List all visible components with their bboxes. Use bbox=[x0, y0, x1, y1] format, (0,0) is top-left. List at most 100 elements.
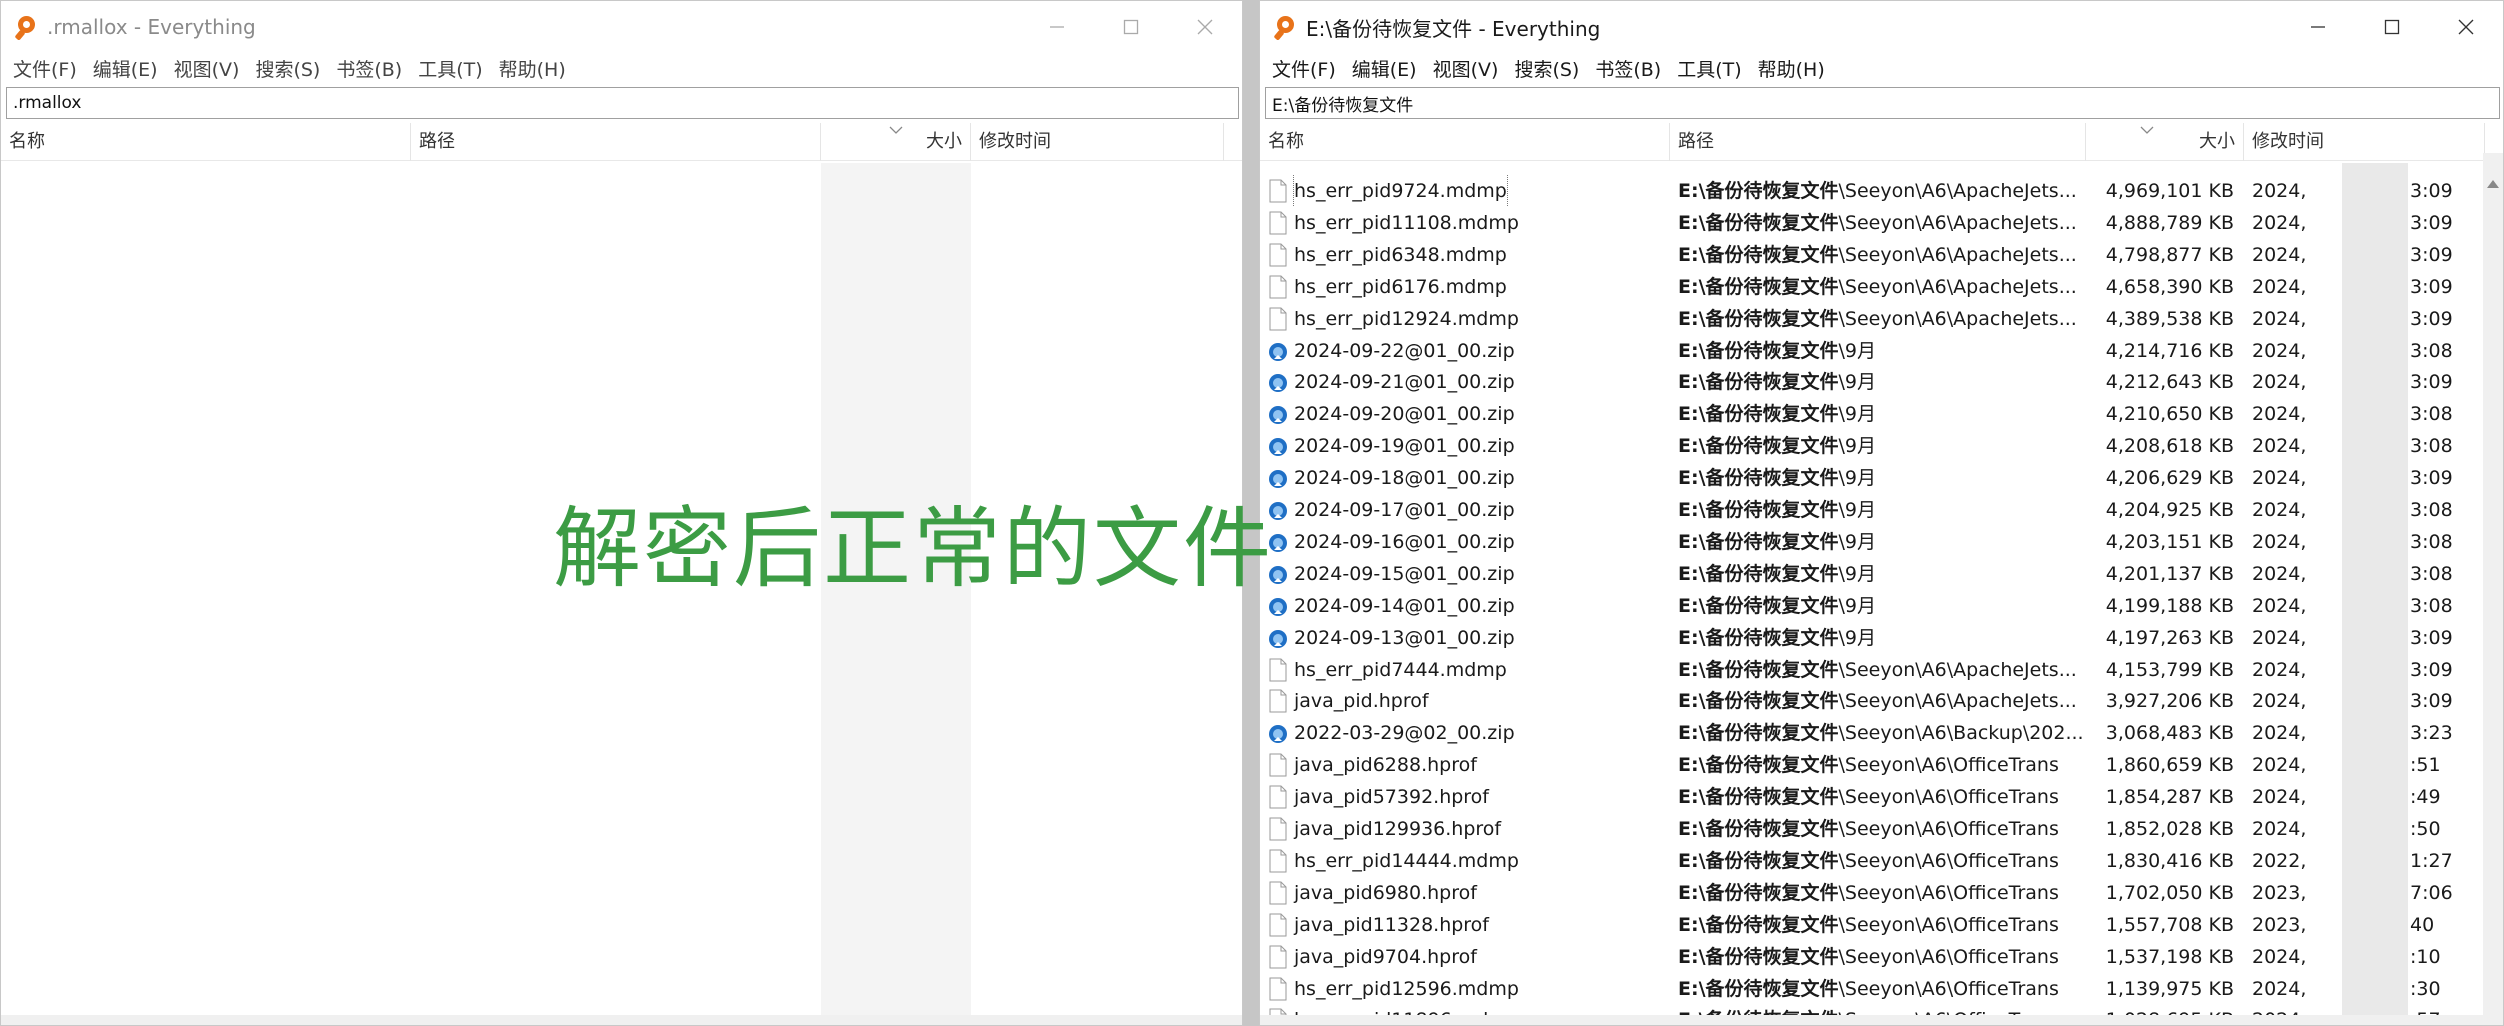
menu-search[interactable]: 搜索(S) bbox=[1506, 55, 1587, 82]
file-name-cell: java_pid57392.hprof bbox=[1260, 781, 1660, 813]
date-modified-year: 2024, bbox=[2252, 786, 2307, 809]
table-row[interactable]: hs_err_pid6348.mdmp E:\备份待恢复文件\Seeyon\A6\… bbox=[1260, 239, 2503, 271]
table-row[interactable]: hs_err_pid14444.mdmp E:\备份待恢复文件\Seeyon\A6… bbox=[1260, 845, 2503, 877]
file-name: 2024-09-19@01_00.zip bbox=[1294, 435, 1515, 458]
table-row[interactable]: java_pid.hprof E:\备份待恢复文件\Seeyon\A6\Apach… bbox=[1260, 685, 2503, 717]
table-row[interactable]: java_pid9704.hprof E:\备份待恢复文件\Seeyon\A6\O… bbox=[1260, 941, 2503, 973]
file-name-cell: 2024-09-13@01_00.zip bbox=[1260, 622, 1660, 654]
column-header-size[interactable]: 大小 bbox=[2086, 123, 2244, 161]
title-bar[interactable]: E:\备份待恢复文件 - Everything bbox=[1260, 1, 2503, 53]
file-size: 1,830,416 KB bbox=[2105, 849, 2234, 872]
column-header-path[interactable]: 路径 bbox=[1670, 123, 2086, 161]
file-path-cell: E:\备份待恢复文件\Seeyon\A6\ApacheJets... bbox=[1678, 654, 2082, 686]
menu-edit[interactable]: 编辑(E) bbox=[1344, 55, 1425, 82]
table-row[interactable]: hs_err_pid12596.mdmp E:\备份待恢复文件\Seeyon\A6… bbox=[1260, 973, 2503, 1005]
table-row[interactable]: java_pid6980.hprof E:\备份待恢复文件\Seeyon\A6\O… bbox=[1260, 877, 2503, 909]
date-modified-year: 2024, bbox=[2252, 945, 2307, 968]
date-modified-time: :10 bbox=[2410, 945, 2441, 968]
table-row[interactable]: hs_err_pid11108.mdmp E:\备份待恢复文件\Seeyon\A6… bbox=[1260, 207, 2503, 239]
file-path-cell: E:\备份待恢复文件\Seeyon\A6\ApacheJets... bbox=[1678, 207, 2082, 239]
date-modified-time: 3:09 bbox=[2410, 180, 2453, 202]
path-match: E:\备份待恢复文件 bbox=[1678, 594, 1839, 617]
table-row[interactable]: 2024-09-15@01_00.zip E:\备份待恢复文件\9月 4,201,1… bbox=[1260, 558, 2503, 590]
file-path-cell: E:\备份待恢复文件\Seeyon\A6\ApacheJets... bbox=[1678, 271, 2082, 303]
table-row[interactable]: 2024-09-13@01_00.zip E:\备份待恢复文件\9月 4,197,2… bbox=[1260, 622, 2503, 654]
minimize-button[interactable] bbox=[2281, 1, 2355, 53]
table-row[interactable]: 2024-09-20@01_00.zip E:\备份待恢复文件\9月 4,210,6… bbox=[1260, 398, 2503, 430]
menu-search[interactable]: 搜索(S) bbox=[247, 55, 328, 82]
date-modified-time: 3:09 bbox=[2410, 211, 2453, 234]
minimize-button[interactable] bbox=[1020, 1, 1094, 53]
date-modified-year: 2024, bbox=[2252, 435, 2307, 458]
column-header-name[interactable]: 名称 bbox=[1, 123, 411, 161]
table-row[interactable]: java_pid11328.hprof E:\备份待恢复文件\Seeyon\A6\… bbox=[1260, 909, 2503, 941]
file-size: 4,201,137 KB bbox=[2105, 562, 2234, 585]
file-name-cell: 2024-09-15@01_00.zip bbox=[1260, 558, 1660, 590]
menu-view[interactable]: 视图(V) bbox=[1425, 55, 1507, 82]
maximize-button[interactable] bbox=[2355, 1, 2429, 53]
menu-tools[interactable]: 工具(T) bbox=[1669, 55, 1749, 82]
table-row[interactable]: java_pid57392.hprof E:\备份待恢复文件\Seeyon\A6\… bbox=[1260, 781, 2503, 813]
file-path-cell: E:\备份待恢复文件\9月 bbox=[1678, 462, 2082, 494]
file-size: 4,389,538 KB bbox=[2105, 307, 2234, 330]
path-rest: \Seeyon\A6\OfficeTrans bbox=[1838, 977, 2059, 1000]
file-size: 1,860,659 KB bbox=[2105, 754, 2234, 777]
menu-bookmarks[interactable]: 书签(B) bbox=[328, 55, 410, 82]
date-modified-time: 7:06 bbox=[2410, 881, 2453, 904]
menu-help[interactable]: 帮助(H) bbox=[1750, 55, 1833, 82]
file-size: 4,212,643 KB bbox=[2105, 371, 2234, 394]
file-size: 4,210,650 KB bbox=[2105, 403, 2234, 426]
date-modified-year: 2024, bbox=[2252, 275, 2307, 298]
file-name: hs_err_pid6348.mdmp bbox=[1294, 243, 1507, 266]
column-header-name[interactable]: 名称 bbox=[1260, 123, 1670, 161]
file-name-cell: 2024-09-16@01_00.zip bbox=[1260, 526, 1660, 558]
file-path-cell: E:\备份待恢复文件\Seeyon\A6\OfficeTrans bbox=[1678, 781, 2082, 813]
menu-file[interactable]: 文件(F) bbox=[1264, 55, 1344, 82]
menu-bookmarks[interactable]: 书签(B) bbox=[1587, 55, 1669, 82]
menu-help[interactable]: 帮助(H) bbox=[491, 55, 574, 82]
path-rest: \Seeyon\A6\OfficeTrans bbox=[1838, 786, 2059, 809]
everything-app-icon bbox=[1273, 14, 1300, 41]
menu-file[interactable]: 文件(F) bbox=[5, 55, 85, 82]
close-button[interactable] bbox=[2429, 1, 2503, 53]
path-rest: \9月 bbox=[1838, 499, 1877, 521]
maximize-button[interactable] bbox=[1094, 1, 1168, 53]
table-row[interactable]: 2024-09-19@01_00.zip E:\备份待恢复文件\9月 4,208,6… bbox=[1260, 430, 2503, 462]
search-input[interactable] bbox=[6, 87, 1239, 119]
table-row[interactable]: 2024-09-22@01_00.zip E:\备份待恢复文件\9月 4,214,7… bbox=[1260, 335, 2503, 367]
table-row[interactable]: hs_err_pid12924.mdmp E:\备份待恢复文件\Seeyon\A6… bbox=[1260, 303, 2503, 335]
table-row[interactable]: 2022-03-29@02_00.zip E:\备份待恢复文件\Seeyon\A6… bbox=[1260, 717, 2503, 749]
date-modified-year: 2024, bbox=[2252, 467, 2307, 490]
menu-tools[interactable]: 工具(T) bbox=[410, 55, 490, 82]
table-row[interactable]: 2024-09-17@01_00.zip E:\备份待恢复文件\9月 4,204,9… bbox=[1260, 494, 2503, 526]
date-modified-year: 2024, bbox=[2252, 180, 2307, 202]
scroll-up-icon[interactable] bbox=[2486, 177, 2500, 191]
minimize-icon bbox=[1050, 26, 1064, 28]
table-row[interactable]: java_pid129936.hprof E:\备份待恢复文件\Seeyon\A6… bbox=[1260, 813, 2503, 845]
menu-view[interactable]: 视图(V) bbox=[166, 55, 248, 82]
column-header-modified[interactable]: 修改时间 bbox=[2244, 123, 2485, 161]
table-row[interactable]: hs_err_pid6176.mdmp E:\备份待恢复文件\Seeyon\A6\… bbox=[1260, 271, 2503, 303]
table-row[interactable]: java_pid6288.hprof E:\备份待恢复文件\Seeyon\A6\O… bbox=[1260, 749, 2503, 781]
table-row[interactable]: 2024-09-21@01_00.zip E:\备份待恢复文件\9月 4,212,6… bbox=[1260, 366, 2503, 398]
vertical-scrollbar[interactable] bbox=[2483, 153, 2503, 1025]
table-row[interactable]: 2024-09-16@01_00.zip E:\备份待恢复文件\9月 4,203,1… bbox=[1260, 526, 2503, 558]
title-bar[interactable]: .rmallox - Everything bbox=[1, 1, 1242, 53]
path-match: E:\备份待恢复文件 bbox=[1678, 180, 1839, 202]
table-row[interactable]: 2024-09-18@01_00.zip E:\备份待恢复文件\9月 4,206,6… bbox=[1260, 462, 2503, 494]
file-name: 2024-09-22@01_00.zip bbox=[1294, 339, 1515, 362]
menu-edit[interactable]: 编辑(E) bbox=[85, 55, 166, 82]
path-match: E:\备份待恢复文件 bbox=[1678, 435, 1839, 458]
doc-icon bbox=[1269, 977, 1287, 1000]
table-row[interactable]: hs_err_pid7444.mdmp E:\备份待恢复文件\Seeyon\A6\… bbox=[1260, 654, 2503, 686]
date-modified-year: 2024, bbox=[2252, 690, 2307, 713]
column-header-modified[interactable]: 修改时间 bbox=[971, 123, 1224, 161]
table-row[interactable]: 2024-09-14@01_00.zip E:\备份待恢复文件\9月 4,199,1… bbox=[1260, 590, 2503, 622]
close-button[interactable] bbox=[1168, 1, 1242, 53]
file-name-cell: 2022-03-29@02_00.zip bbox=[1260, 717, 1660, 749]
path-match: E:\备份待恢复文件 bbox=[1678, 339, 1839, 362]
column-header-path[interactable]: 路径 bbox=[411, 123, 821, 161]
date-modified-year: 2024, bbox=[2252, 562, 2307, 585]
table-row[interactable]: hs_err_pid9724.mdmp E:\备份待恢复文件\Seeyon\A6\… bbox=[1260, 175, 2503, 207]
search-input[interactable] bbox=[1265, 87, 2500, 119]
